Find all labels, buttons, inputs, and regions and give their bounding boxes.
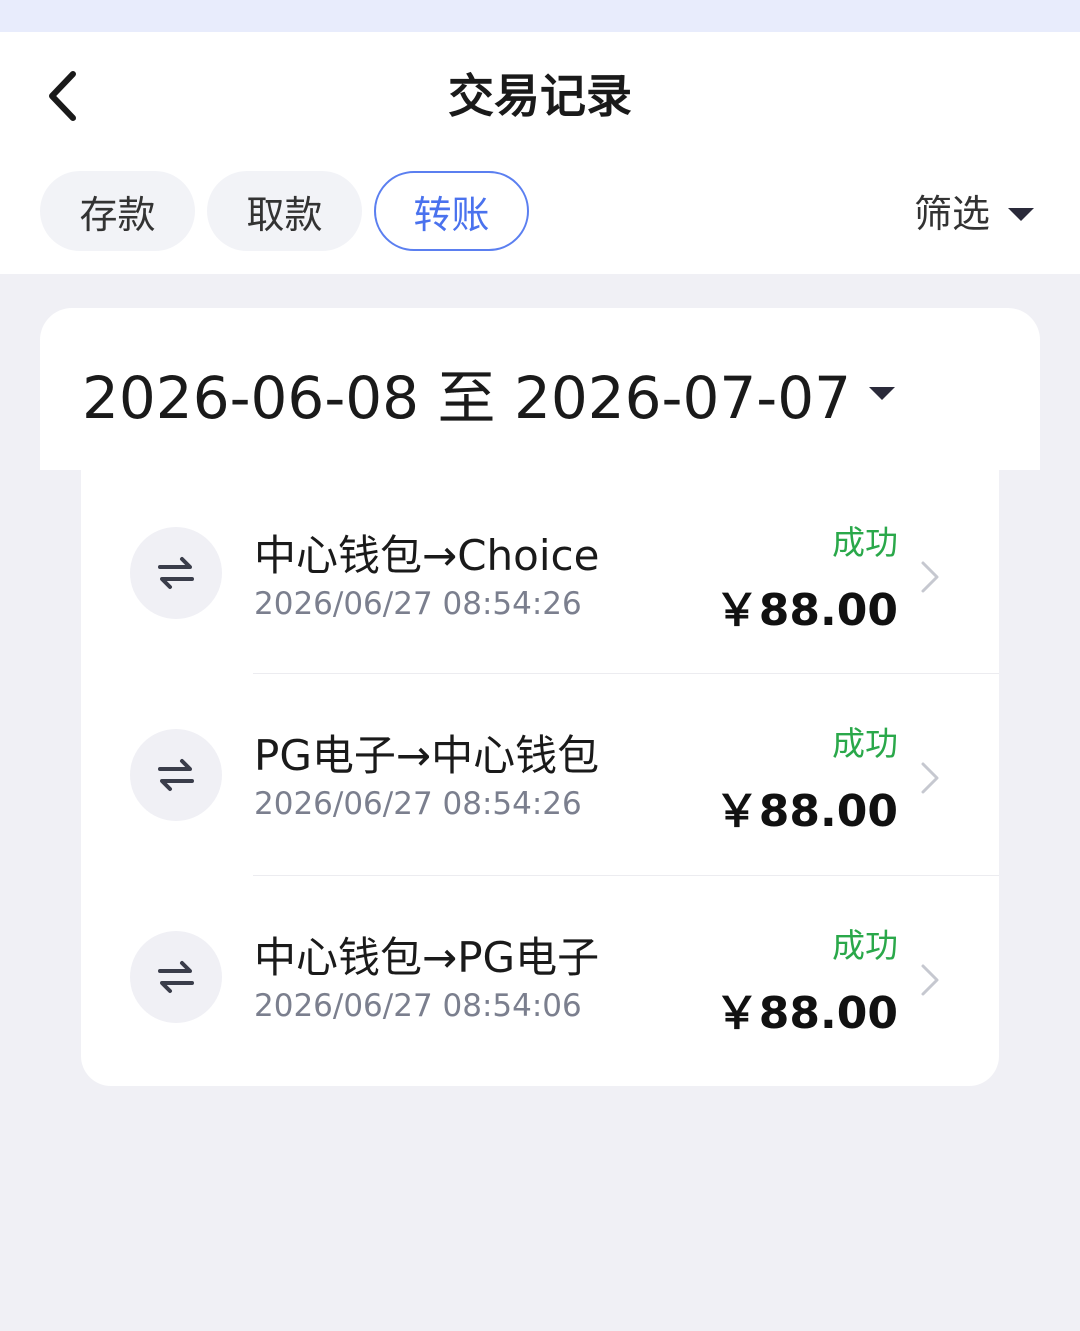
caret-down-icon: [869, 386, 896, 400]
date-range-card: 2026-06-08 至 2026-07-07: [40, 308, 1040, 470]
chevron-right-icon: [921, 762, 939, 794]
transaction-time: 2026/06/27 08:54:06: [254, 988, 582, 1024]
list-item[interactable]: 中心钱包→PG电子 2026/06/27 08:54:06 成功 ￥88.00: [81, 876, 999, 1078]
tab-deposit[interactable]: 存款: [40, 171, 195, 251]
date-range-selector[interactable]: 2026-06-08 至 2026-07-07: [82, 358, 896, 432]
caret-down-icon: [1008, 207, 1034, 221]
filter-label: 筛选: [913, 191, 990, 236]
transfer-icon: [158, 759, 194, 791]
transaction-list: 中心钱包→Choice 2026/06/27 08:54:26 成功 ￥88.0…: [81, 470, 999, 1086]
status-badge: 成功: [832, 926, 898, 965]
transaction-time: 2026/06/27 08:54:26: [254, 786, 582, 822]
tab-transfer[interactable]: 转账: [374, 171, 529, 251]
transfer-icon-wrap: [130, 931, 222, 1023]
transaction-amount: ￥88.00: [714, 786, 898, 837]
transaction-title: 中心钱包→Choice: [254, 531, 600, 580]
transfer-icon: [158, 557, 194, 589]
transaction-amount: ￥88.00: [714, 585, 898, 636]
list-item[interactable]: PG电子→中心钱包 2026/06/27 08:54:26 成功 ￥88.00: [81, 674, 999, 876]
tab-withdraw[interactable]: 取款: [207, 171, 362, 251]
list-item[interactable]: 中心钱包→Choice 2026/06/27 08:54:26 成功 ￥88.0…: [81, 470, 999, 672]
header: 交易记录 存款 取款 转账 筛选: [0, 32, 1080, 274]
status-badge: 成功: [832, 724, 898, 763]
chevron-right-icon: [921, 964, 939, 996]
tab-label: 取款: [246, 192, 323, 237]
date-range-text: 2026-06-08 至 2026-07-07: [82, 364, 852, 432]
status-bar-strip: [0, 0, 1080, 32]
transfer-icon-wrap: [130, 527, 222, 619]
transfer-icon: [158, 961, 194, 993]
filter-button[interactable]: 筛选: [914, 182, 1034, 238]
status-badge: 成功: [832, 523, 898, 562]
transaction-title: 中心钱包→PG电子: [254, 933, 600, 982]
page-title: 交易记录: [448, 69, 632, 123]
transaction-amount: ￥88.00: [714, 988, 898, 1039]
chevron-right-icon: [921, 561, 939, 593]
transaction-time: 2026/06/27 08:54:26: [254, 586, 582, 622]
transaction-title: PG电子→中心钱包: [254, 731, 600, 780]
tab-label: 存款: [79, 192, 156, 237]
transfer-icon-wrap: [130, 729, 222, 821]
tab-label: 转账: [413, 192, 490, 237]
